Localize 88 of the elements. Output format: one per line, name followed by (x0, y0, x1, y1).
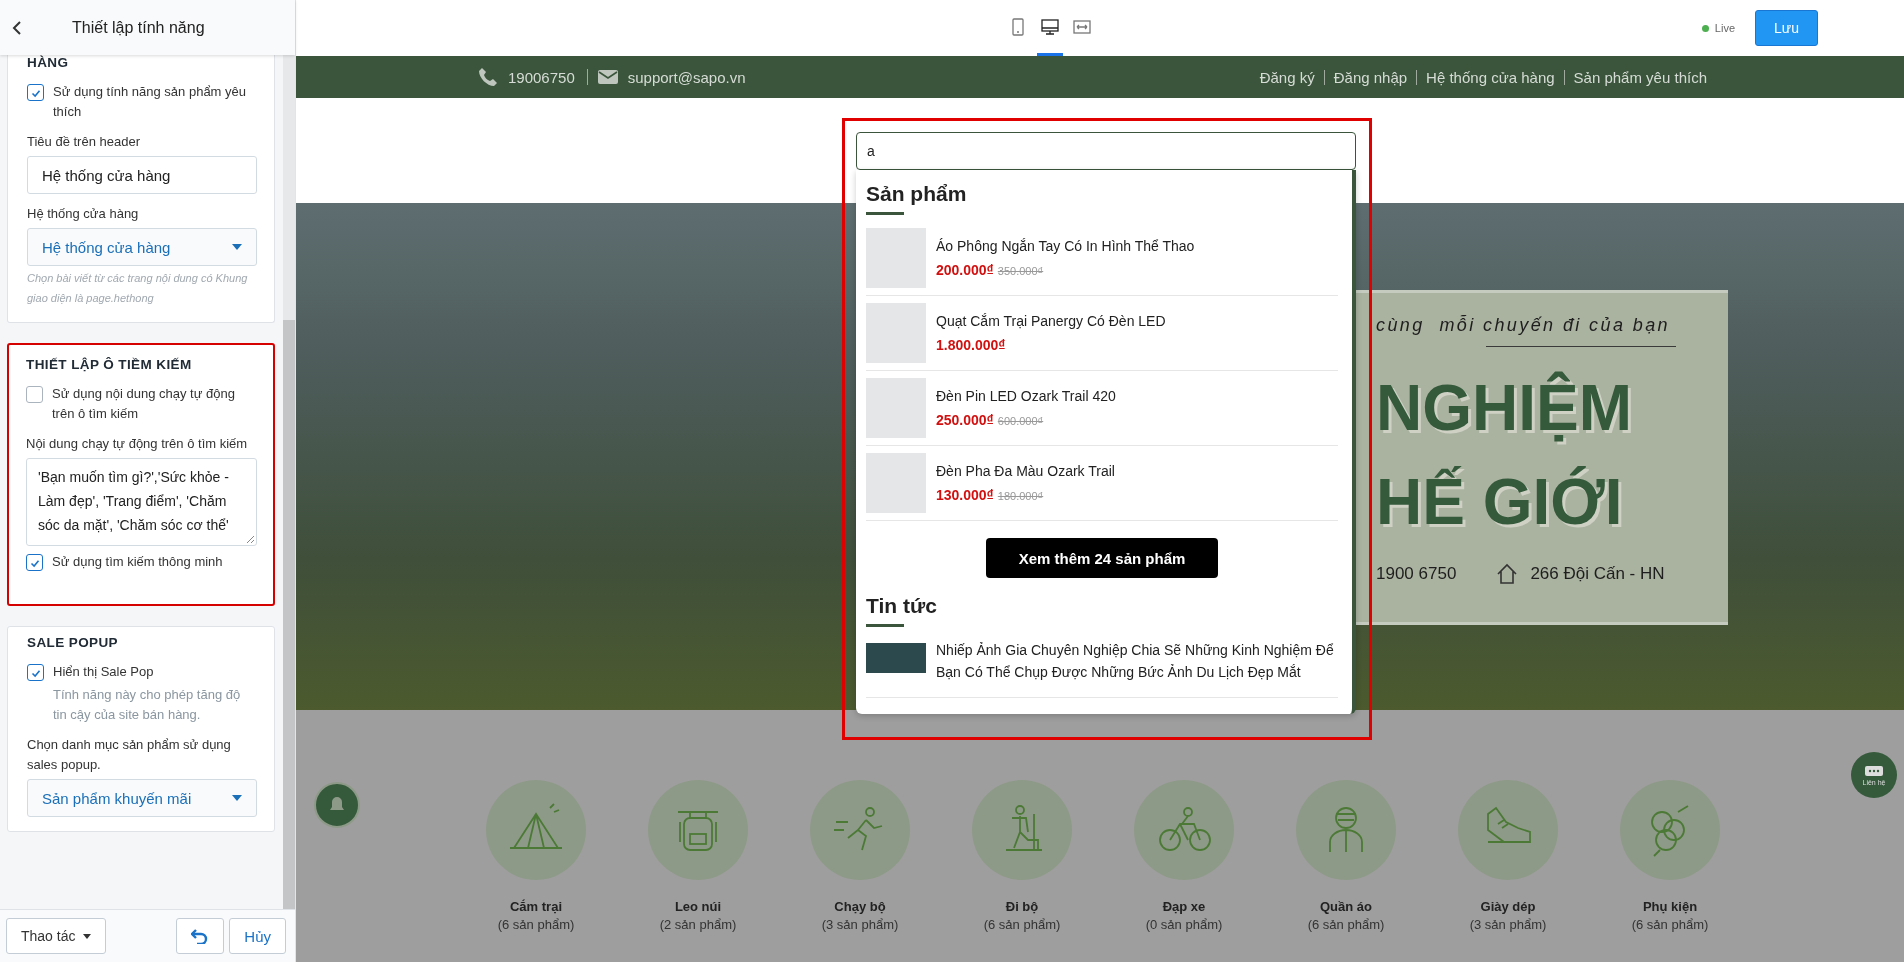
hero-headline: NGHIỆM (1376, 370, 1632, 446)
resize-grip-icon[interactable] (246, 535, 254, 543)
category-name: Đi bộ (1005, 899, 1039, 914)
category-count: (6 sản phẩm) (1307, 917, 1385, 932)
section-heading: Tin tức (866, 594, 938, 618)
home-icon (1496, 563, 1519, 585)
undo-icon (191, 928, 210, 944)
product-price: 130.000₫ (936, 487, 994, 503)
search-field[interactable]: a (856, 132, 1356, 170)
category-name: Chạy bộ (834, 899, 886, 914)
product-name[interactable]: Đèn Pin LED Ozark Trail 420 (936, 388, 1116, 404)
category-name: Phụ kiện (1642, 899, 1698, 914)
field-label: Chọn danh mục sản phẩm sử dụng sales popup. (27, 736, 232, 774)
category-count: (6 sản phẩm) (983, 917, 1061, 932)
hint-text: Chọn bài viết từ các trang nội dung có Khung giao diện là page.hethong (27, 271, 249, 306)
checkbox[interactable] (26, 554, 43, 571)
product-price: 250.000₫ (936, 412, 994, 428)
checkbox[interactable] (27, 664, 44, 681)
mail-icon (597, 69, 618, 85)
undo-button[interactable] (176, 918, 225, 954)
product-price: 200.000₫ (936, 262, 994, 278)
panel-title: Thiết lập tính năng (71, 18, 205, 37)
field-label: Nội dung chạy tự động trên ô tìm kiếm (26, 435, 249, 453)
select-field[interactable]: Sản phẩm khuyến mãi (27, 779, 257, 817)
product-price: 1.800.000₫ (936, 337, 1006, 353)
description-text: Tính năng này cho phép tăng độ tin cậy của site bán hàng. (53, 686, 242, 724)
more-button[interactable]: Xem thêm 24 sản phẩm (986, 538, 1218, 578)
resize-icon (1073, 17, 1091, 36)
text-field[interactable]: Hệ thống cửa hàng (27, 156, 257, 194)
phone-number: 19006750 (508, 68, 575, 86)
monitor-icon (1041, 17, 1059, 36)
category-count: (3 sản phẩm) (1469, 917, 1547, 932)
chat-icon (1864, 764, 1884, 779)
section-title: HÀNG (27, 55, 70, 70)
checkbox[interactable] (27, 84, 44, 101)
checkbox-label: Sử dụng tính năng sản phẩm yêu thích (53, 83, 247, 121)
section-title: SALE POPUP (27, 635, 120, 650)
checkbox-label: Hiển thị Sale Pop (53, 663, 155, 681)
category-name: Leo núi (674, 899, 722, 914)
caret-icon (83, 933, 92, 939)
product-name[interactable]: Quạt Cắm Trại Panergy Có Đèn LED (936, 313, 1166, 329)
photo-placeholder (866, 378, 926, 438)
photo-placeholder (866, 228, 926, 288)
section-title: THIẾT LẬP Ô TIỀM KIẾM (26, 357, 193, 372)
email-address: support@sapo.vn (627, 68, 746, 86)
actions-button[interactable]: Thao tác (6, 918, 107, 954)
header-link[interactable]: Sản phẩm yêu thích (1563, 69, 1716, 85)
category-name: Quần áo (1320, 899, 1372, 914)
old-price: 350.000₫ (997, 265, 1044, 277)
category-name: Giày dép (1480, 899, 1536, 914)
category-count: (0 sản phẩm) (1145, 917, 1223, 932)
news-title[interactable]: Nhiếp Ảnh Gia Chuyên Nghiệp Chia Sẽ Những Kinh Nghiệm Để Bạn Có Thể Chụp Được Những Bức Ảnh Du Lịch Đẹp Mắt (936, 639, 1338, 683)
category-count: (2 sản phẩm) (659, 917, 737, 932)
category-count: (6 sản phẩm) (497, 917, 575, 932)
caret-icon (232, 244, 242, 250)
old-price: 180.000₫ (997, 490, 1044, 502)
photo-placeholder (866, 643, 926, 673)
category-count: (3 sản phẩm) (821, 917, 899, 932)
product-name[interactable]: Đèn Pha Đa Màu Ozark Trail (936, 463, 1115, 479)
category-count: (6 sản phẩm) (1631, 917, 1709, 932)
caret-icon (232, 795, 242, 801)
hero-phone: 1900 6750 (1376, 564, 1457, 584)
checkbox-label: Sử dụng nội dung chạy tự động trên ô tìm kiếm (52, 385, 236, 423)
category-name: Đạp xe (1162, 899, 1206, 914)
select-field[interactable]: Hệ thống cửa hàng (27, 228, 257, 266)
photo-placeholder (866, 453, 926, 513)
hero-address: 266 Đội Cấn - HN (1530, 564, 1665, 584)
phone-icon (478, 67, 498, 87)
field-label: Hệ thống cửa hàng (27, 205, 140, 223)
checkbox-label: Sử dụng tìm kiếm thông minh (52, 553, 223, 571)
status-label: Live (1714, 22, 1736, 34)
header-link[interactable]: Hệ thống cửa hàng (1416, 69, 1564, 85)
checkbox[interactable] (26, 386, 43, 403)
scrollbar[interactable] (283, 55, 295, 909)
category-name: Cắm trại (510, 899, 562, 914)
cancel-button[interactable]: Hủy (229, 918, 286, 954)
header-link[interactable]: Đăng nhập (1323, 69, 1417, 85)
old-price: 600.000₫ (997, 415, 1044, 427)
back-icon[interactable] (12, 19, 22, 36)
header-link[interactable]: Đăng ký (1250, 69, 1324, 85)
textarea-field[interactable]: 'Bạn muốn tìm gì?','Sức khỏe - Làm đẹp', 'Trang điểm', 'Chăm sóc da mặt', 'Chăm sóc cơ thể' (26, 458, 257, 546)
hero-headline: HẾ GIỚI (1376, 465, 1623, 540)
field-label: Tiêu đề trên header (27, 133, 141, 151)
product-name[interactable]: Áo Phông Ngắn Tay Có In Hình Thể Thao (936, 238, 1195, 254)
hero-tagline: cùng mỗi chuyến đi của bạn (1376, 315, 1670, 336)
photo-placeholder (866, 303, 926, 363)
phone-icon (1009, 17, 1027, 36)
section-heading: Sản phẩm (866, 182, 968, 206)
